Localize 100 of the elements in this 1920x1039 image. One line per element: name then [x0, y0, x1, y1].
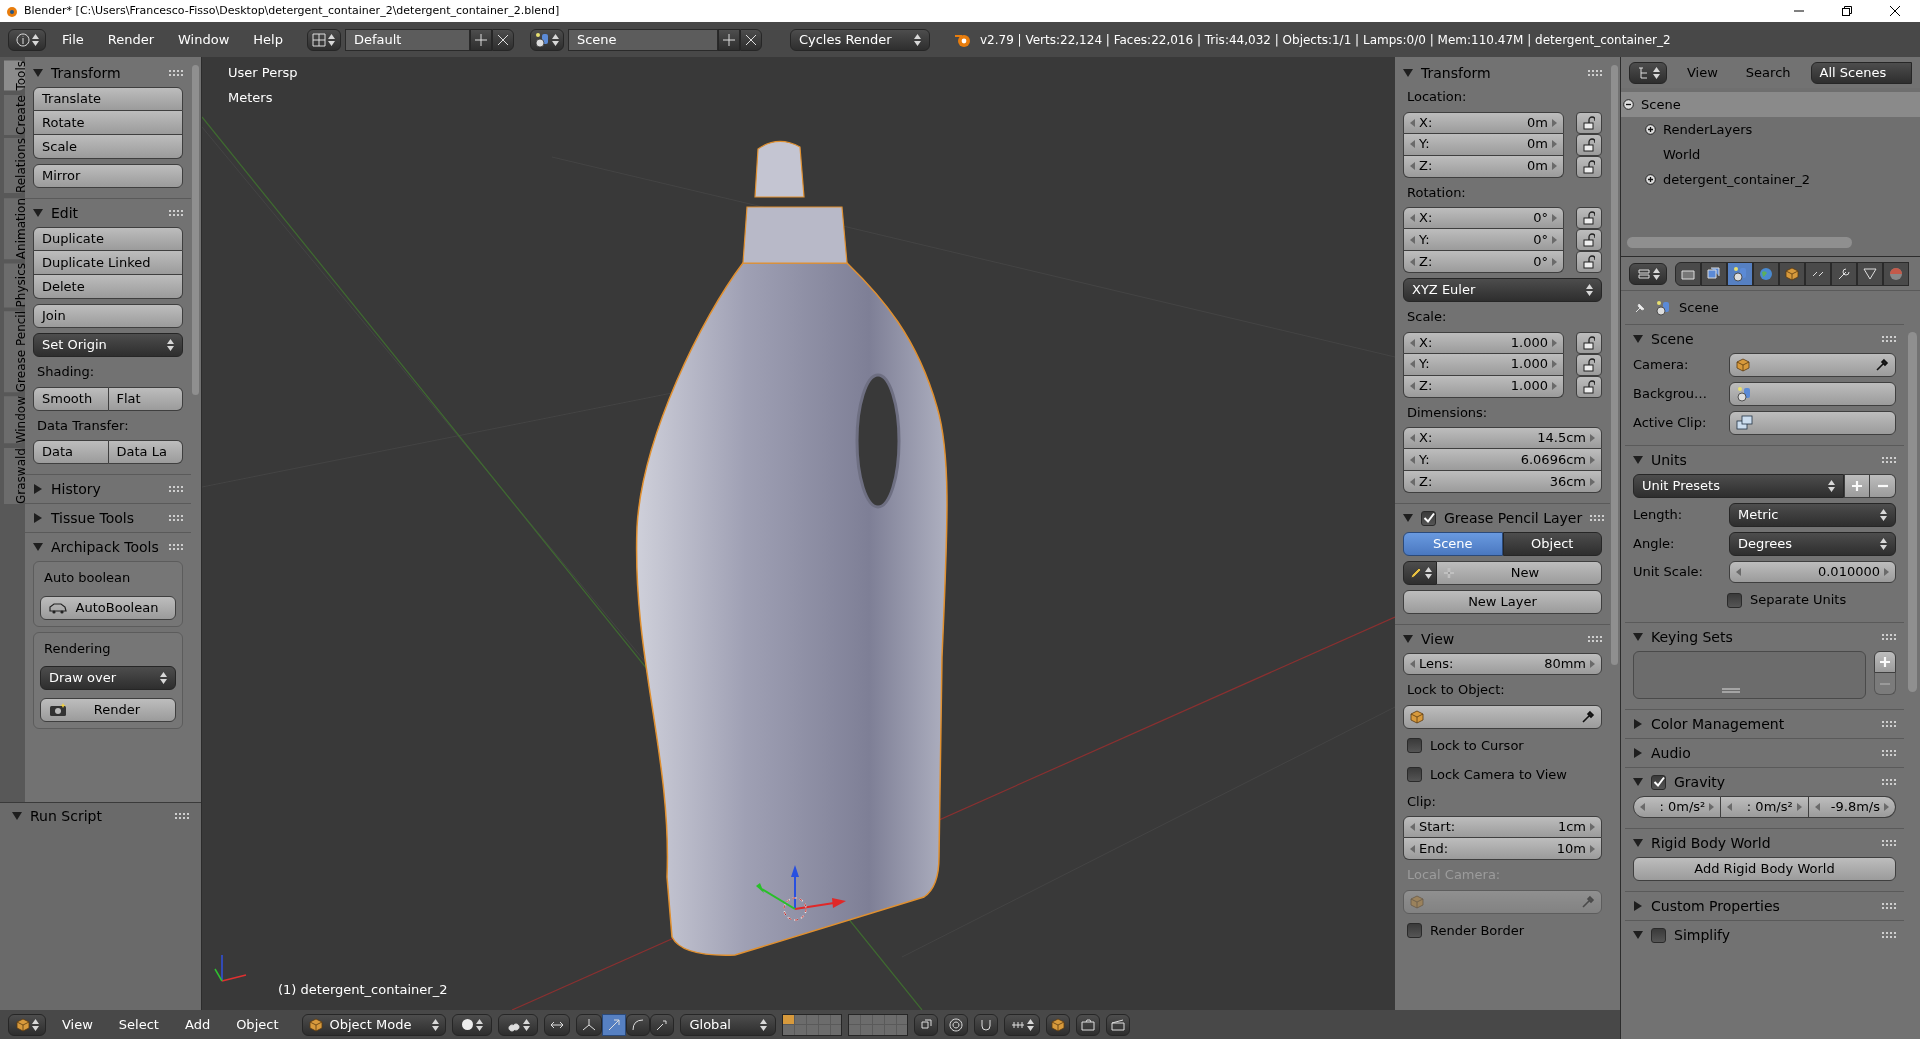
properties-tab[interactable] [1779, 261, 1805, 286]
tool-button[interactable]: Duplicate Linked [33, 251, 183, 275]
drag-grip-icon[interactable] [169, 69, 183, 77]
dropdown[interactable]: Metric [1729, 503, 1896, 527]
tab[interactable]: Scene [1403, 532, 1503, 556]
rotate-toggle[interactable] [626, 1013, 651, 1036]
increment-arrow-icon[interactable] [1709, 803, 1715, 811]
checkbox-label[interactable]: Lock to Cursor [1430, 735, 1524, 756]
snap-toggle[interactable] [544, 1013, 571, 1036]
increment-arrow-icon[interactable] [1590, 434, 1595, 442]
lock-toggle[interactable] [1576, 133, 1602, 156]
checkbox-label[interactable]: Lock Camera to View [1430, 764, 1567, 785]
drag-grip-icon[interactable] [1588, 635, 1602, 643]
decrement-arrow-icon[interactable] [1410, 140, 1415, 148]
decrement-arrow-icon[interactable] [1410, 235, 1415, 244]
expand-triangle-icon[interactable] [1633, 719, 1643, 729]
increment-arrow-icon[interactable] [1552, 118, 1557, 127]
increment-arrow-icon[interactable] [1884, 568, 1889, 576]
drag-grip-icon[interactable] [169, 209, 183, 217]
opengl-render-button[interactable] [1046, 1013, 1071, 1036]
menu-item[interactable]: Window [170, 29, 238, 50]
preset-dropdown[interactable]: Unit Presets [1633, 474, 1844, 498]
expand-triangle-icon[interactable] [1633, 838, 1643, 848]
expand-triangle-icon[interactable] [1403, 68, 1413, 78]
decrement-arrow-icon[interactable] [1410, 455, 1415, 464]
checkbox[interactable] [1651, 774, 1666, 790]
menu-item[interactable]: File [54, 29, 92, 50]
menu-item[interactable]: Search [1737, 62, 1799, 83]
vertical-tab[interactable]: Relations [4, 138, 25, 194]
decrement-arrow-icon[interactable] [1410, 434, 1415, 442]
lock-toggle[interactable] [1576, 353, 1602, 376]
lock-toggle[interactable] [1576, 375, 1602, 398]
drag-grip-icon[interactable] [1882, 720, 1896, 728]
display-mode-dropdown[interactable]: All Scenes [1810, 61, 1912, 84]
expand-triangle-icon[interactable] [1633, 334, 1643, 344]
expand-triangle-icon[interactable] [12, 811, 22, 821]
panel-header[interactable]: Audio [1625, 739, 1904, 767]
eyedropper-icon[interactable] [1875, 358, 1889, 372]
expand-triangle-icon[interactable] [1633, 930, 1643, 940]
expand-triangle-icon[interactable] [1633, 901, 1643, 911]
drag-grip-icon[interactable] [1882, 902, 1896, 910]
menu-item[interactable]: Object [226, 1014, 289, 1035]
outliner-row[interactable]: detergent_container_2 [1643, 167, 1920, 192]
restore-icon[interactable] [1842, 6, 1852, 16]
drag-grip-icon[interactable] [169, 543, 183, 551]
panel-header[interactable]: Edit [25, 199, 191, 227]
outliner-row[interactable]: Scene [1621, 92, 1920, 117]
dropdown[interactable]: XYZ Euler [1403, 278, 1602, 302]
menu-item[interactable]: View [1679, 62, 1726, 83]
expand-toggle-icon[interactable] [1644, 124, 1656, 135]
panel-header[interactable]: Gravity [1625, 768, 1904, 796]
checkbox[interactable] [1407, 923, 1422, 938]
number-field[interactable]: Y: 0° [1403, 229, 1564, 251]
panel-header[interactable]: View [1395, 625, 1610, 653]
expand-triangle-icon[interactable] [33, 484, 43, 494]
decrement-arrow-icon[interactable] [1410, 162, 1415, 170]
menu-item[interactable]: View [52, 1014, 103, 1035]
scene-name-field[interactable]: Scene [567, 28, 718, 51]
tool-button[interactable]: Duplicate [33, 227, 183, 251]
tool-button[interactable]: Data [33, 440, 109, 464]
vertical-tab[interactable]: Graswald [4, 447, 25, 504]
increment-arrow-icon[interactable] [1884, 803, 1889, 811]
properties-tab[interactable] [1701, 261, 1727, 286]
tool-button[interactable]: Mirror [33, 164, 183, 188]
number-field[interactable]: X: 0m [1403, 111, 1564, 134]
increment-arrow-icon[interactable] [1552, 338, 1557, 347]
number-field[interactable]: Start: 1cm [1403, 816, 1602, 838]
decrement-arrow-icon[interactable] [1640, 803, 1645, 811]
new-button[interactable]: New [1437, 561, 1602, 585]
layout-name-field[interactable]: Default [344, 28, 470, 51]
layer-buttons[interactable] [848, 1013, 909, 1036]
drag-grip-icon[interactable] [1882, 456, 1896, 464]
menu-item[interactable]: Help [245, 29, 291, 50]
drag-grip-icon[interactable] [1882, 633, 1896, 641]
scrollbar[interactable] [1611, 65, 1618, 665]
editor-type-button[interactable] [8, 28, 46, 51]
number-field[interactable]: X: 0° [1403, 207, 1564, 229]
translate-toggle[interactable] [602, 1013, 627, 1036]
datablock-field[interactable] [1729, 353, 1896, 377]
scale-toggle[interactable] [650, 1013, 675, 1036]
increment-arrow-icon[interactable] [1552, 382, 1557, 390]
checkbox[interactable] [1407, 738, 1422, 753]
scene-selector[interactable] [529, 28, 564, 51]
panel-header[interactable]: Custom Properties [1625, 892, 1904, 920]
tool-button[interactable]: Smooth [33, 386, 109, 411]
increment-arrow-icon[interactable] [1552, 214, 1557, 222]
expand-triangle-icon[interactable] [1633, 632, 1643, 642]
drag-grip-icon[interactable] [175, 812, 189, 820]
decrement-arrow-icon[interactable] [1410, 477, 1415, 486]
dropdown[interactable]: Set Origin [33, 333, 183, 357]
increment-arrow-icon[interactable] [1552, 235, 1557, 244]
tool-button[interactable]: Delete [33, 275, 183, 299]
panel-header[interactable]: Keying Sets [1625, 623, 1904, 651]
menu-item[interactable]: Render [99, 29, 163, 50]
add-layout-button[interactable] [469, 28, 492, 51]
number-field[interactable]: Z: 0m [1403, 155, 1564, 178]
checkbox-label[interactable]: Render Border [1430, 920, 1524, 941]
increment-arrow-icon[interactable] [1590, 455, 1595, 464]
tool-button[interactable]: Join [33, 304, 183, 328]
decrement-arrow-icon[interactable] [1410, 257, 1415, 266]
